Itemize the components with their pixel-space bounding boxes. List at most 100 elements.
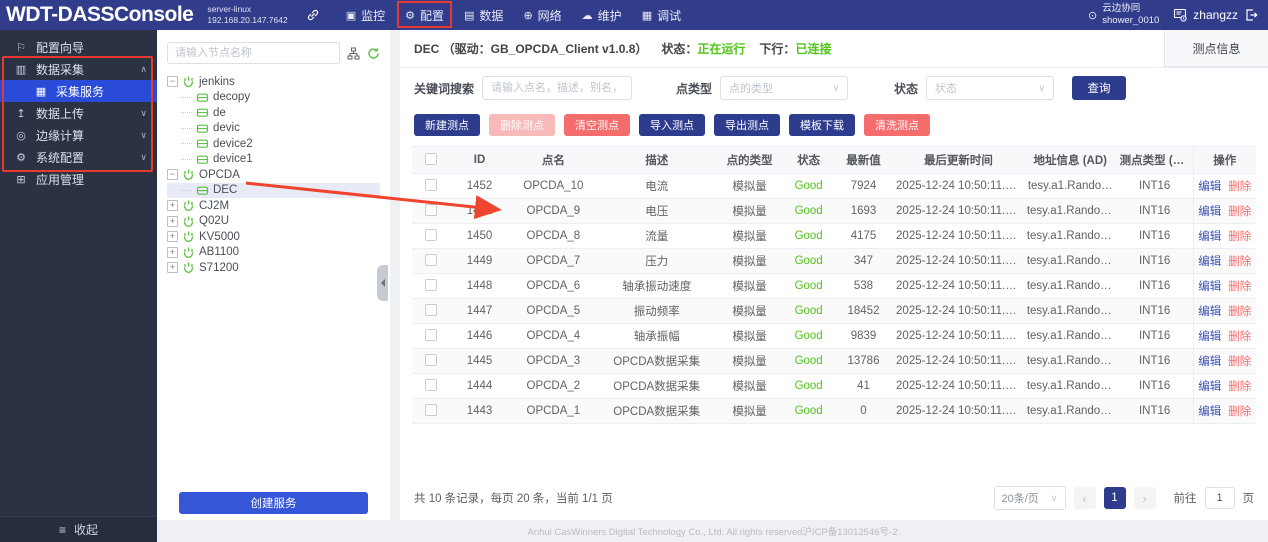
delete-link[interactable]: 删除 [1228, 278, 1251, 294]
cell-latest-value: 0 [860, 405, 867, 417]
tree-node-s71200[interactable]: + S71200 [167, 260, 380, 275]
row-checkbox[interactable] [424, 303, 437, 316]
tree-node-opcda[interactable]: − OPCDA [167, 167, 380, 182]
refresh-icon[interactable] [367, 47, 380, 60]
edit-link[interactable]: 编辑 [1198, 228, 1221, 244]
nav-item-debug[interactable]: ▦ 调试 [632, 0, 691, 30]
edit-link[interactable]: 编辑 [1198, 353, 1221, 369]
cloud-sync-status[interactable]: ⊙ 云边协同 shower_0010 [1088, 3, 1159, 27]
edit-link[interactable]: 编辑 [1198, 328, 1221, 344]
edit-link[interactable]: 编辑 [1198, 303, 1221, 319]
edit-link[interactable]: 编辑 [1198, 278, 1221, 294]
nav-item-network[interactable]: ⊕ 网络 [513, 0, 571, 30]
sidebar-item-app-manage[interactable]: ⊞ 应用管理 [0, 168, 157, 190]
cell-status: Good [794, 180, 823, 192]
page-number[interactable]: 1 [1103, 487, 1126, 509]
point-type-select[interactable]: 点的类型 ∨ [720, 76, 849, 100]
node-tree-panel: − jenkins decopy de devic device2 device1 − OPCD… [157, 30, 390, 520]
chevron-down-icon: ∨ [1050, 492, 1058, 503]
node-search-input[interactable] [167, 42, 340, 64]
delete-link[interactable]: 删除 [1228, 253, 1251, 269]
tree-node-de[interactable]: de [167, 105, 380, 120]
edit-link[interactable]: 编辑 [1198, 378, 1221, 394]
row-checkbox[interactable] [424, 203, 437, 216]
delete-link[interactable]: 删除 [1228, 303, 1251, 319]
row-checkbox[interactable] [424, 178, 437, 191]
expand-node-icon[interactable]: + [167, 215, 178, 227]
delete-link[interactable]: 删除 [1228, 328, 1251, 344]
expand-node-icon[interactable]: + [167, 200, 178, 211]
action-button-1[interactable]: 删除测点 [489, 114, 555, 136]
collapse-node-icon[interactable]: − [167, 76, 178, 87]
expand-node-icon[interactable]: + [167, 231, 178, 242]
action-button-3[interactable]: 导入测点 [639, 114, 705, 136]
edit-link[interactable]: 编辑 [1198, 253, 1221, 269]
tree-node-q02u[interactable]: + Q02U [167, 214, 380, 229]
tree-node-jenkins[interactable]: − jenkins [167, 74, 380, 89]
tree-node-ab1100[interactable]: + AB1100 [167, 245, 380, 260]
edit-link[interactable]: 编辑 [1198, 203, 1221, 219]
prev-page-button[interactable]: ‹ [1073, 487, 1096, 509]
cell-point-name: OPCDA_5 [526, 305, 581, 317]
row-checkbox[interactable] [424, 378, 437, 391]
sidebar-collapse-button[interactable]: ≡ 收起 [0, 516, 157, 542]
link-icon[interactable] [306, 8, 320, 22]
table-row: 1444 OPCDA_2 OPCDA数据采集 模拟量 Good 41 2025-12-24 … [412, 374, 1256, 399]
action-button-4[interactable]: 导出测点 [714, 114, 780, 136]
keyword-input[interactable] [482, 76, 633, 100]
tree-node-device2[interactable]: device2 [167, 136, 380, 151]
expand-node-icon[interactable]: + [167, 246, 178, 258]
tree-node-device1[interactable]: device1 [167, 152, 380, 167]
nav-item-data[interactable]: ▤ 数据 [454, 0, 513, 30]
row-checkbox[interactable] [424, 228, 437, 241]
sidebar-item-edge-computing[interactable]: ◎ 边缘计算 ∨ [0, 124, 157, 146]
nav-item-maintenance-cloud[interactable]: ☁ 维护 [572, 0, 632, 30]
expand-node-icon[interactable]: + [167, 262, 178, 273]
delete-link[interactable]: 删除 [1228, 203, 1251, 219]
select-all-checkbox[interactable] [424, 152, 437, 165]
search-button[interactable]: 查询 [1072, 76, 1126, 100]
tree-node-dec[interactable]: DEC [167, 182, 380, 198]
action-button-5[interactable]: 模板下载 [789, 114, 855, 136]
cell-point-name: OPCDA_6 [526, 280, 581, 292]
delete-link[interactable]: 删除 [1228, 403, 1251, 419]
tab-point-info[interactable]: 测点信息 [1164, 30, 1268, 67]
tree-node-decopy[interactable]: decopy [167, 90, 380, 105]
sidebar-item-wizard[interactable]: ⚐ 配置向导 [0, 36, 157, 58]
tree-node-devic[interactable]: devic [167, 121, 380, 136]
logout-icon[interactable] [1244, 8, 1258, 22]
status-select[interactable]: 状态 ∨ [926, 76, 1055, 100]
collapse-node-icon[interactable]: − [167, 169, 178, 180]
tree-filter-icon[interactable] [347, 47, 360, 60]
sidebar-item-data-collect[interactable]: ▥ 数据采集 ∧ [0, 58, 157, 80]
edit-link[interactable]: 编辑 [1198, 403, 1221, 419]
row-checkbox[interactable] [424, 403, 437, 416]
action-button-0[interactable]: 新建测点 [414, 114, 480, 136]
nav-item-monitor[interactable]: ▣ 监控 [336, 0, 395, 30]
create-service-button[interactable]: 创建服务 [179, 492, 368, 514]
action-button-6[interactable]: 清洗测点 [864, 114, 930, 136]
delete-link[interactable]: 删除 [1228, 178, 1251, 194]
tree-node-cj2m[interactable]: + CJ2M [167, 198, 380, 213]
terminal-icon[interactable] [1173, 8, 1187, 22]
sidebar-item-data-upload[interactable]: ↥ 数据上传 ∨ [0, 102, 157, 124]
delete-link[interactable]: 删除 [1228, 353, 1251, 369]
page-size-select[interactable]: 20条/页 ∨ [993, 486, 1066, 510]
delete-link[interactable]: 删除 [1228, 228, 1251, 244]
action-button-2[interactable]: 清空测点 [564, 114, 630, 136]
username[interactable]: zhangzz [1193, 8, 1238, 22]
sidebar-item-collect-service[interactable]: ▦ 采集服务 [0, 80, 157, 102]
next-page-button[interactable]: › [1133, 487, 1156, 509]
tree-node-kv5000[interactable]: + KV5000 [167, 229, 380, 244]
jump-page-input[interactable] [1204, 487, 1235, 509]
row-checkbox[interactable] [424, 253, 437, 266]
row-checkbox[interactable] [424, 328, 437, 341]
system-config-icon: ⚙ [16, 151, 26, 164]
row-checkbox[interactable] [424, 278, 437, 291]
row-checkbox[interactable] [424, 353, 437, 366]
sidebar-item-system-config[interactable]: ⚙ 系统配置 ∨ [0, 146, 157, 168]
edit-link[interactable]: 编辑 [1198, 178, 1221, 194]
delete-link[interactable]: 删除 [1228, 378, 1251, 394]
nav-item-config-gear[interactable]: ⚙ 配置 [395, 0, 454, 30]
panel-collapse-handle[interactable] [377, 265, 388, 301]
